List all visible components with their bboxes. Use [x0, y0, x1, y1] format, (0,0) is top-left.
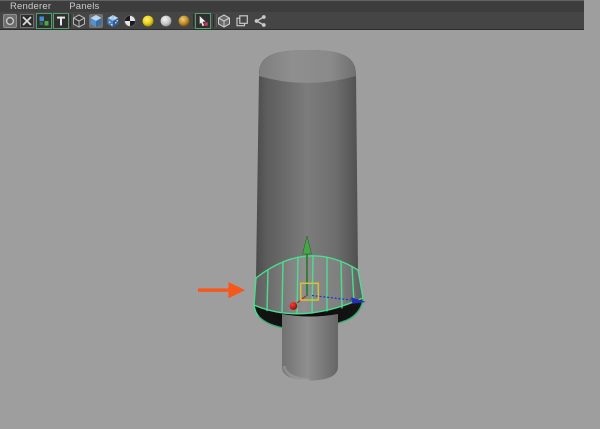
- small-cylinder[interactable]: [282, 314, 338, 382]
- manipulator-x-handle[interactable]: [289, 302, 298, 310]
- isolate-select-icon[interactable]: [196, 14, 210, 28]
- use-all-lights-icon[interactable]: [123, 14, 137, 28]
- textured-mode-icon[interactable]: [106, 14, 120, 28]
- flat-lighting-icon[interactable]: [159, 14, 173, 28]
- panel-toolbar: [0, 12, 584, 30]
- plugin-display-filter-icon[interactable]: [253, 14, 267, 28]
- display-hud-icon[interactable]: [54, 14, 68, 28]
- film-gate-icon[interactable]: [20, 14, 34, 28]
- viewport-3d[interactable]: [0, 30, 600, 429]
- select-camera-icon[interactable]: [3, 14, 17, 28]
- menu-renderer[interactable]: Renderer: [0, 1, 60, 12]
- viewport-panel-window: Renderer Panels: [0, 0, 600, 429]
- xray-mode-icon[interactable]: [217, 14, 231, 28]
- shaded-mode-icon[interactable]: [89, 14, 103, 28]
- default-lighting-icon[interactable]: [141, 14, 155, 28]
- cylinder-top-cap[interactable]: [259, 50, 356, 83]
- resolution-gate-icon[interactable]: [37, 14, 51, 28]
- xray-active-components-icon[interactable]: [235, 14, 249, 28]
- wireframe-mode-icon[interactable]: [72, 14, 86, 28]
- menu-panels[interactable]: Panels: [60, 1, 108, 12]
- panel-menubar: Renderer Panels: [0, 0, 584, 12]
- no-lights-icon[interactable]: [177, 14, 191, 28]
